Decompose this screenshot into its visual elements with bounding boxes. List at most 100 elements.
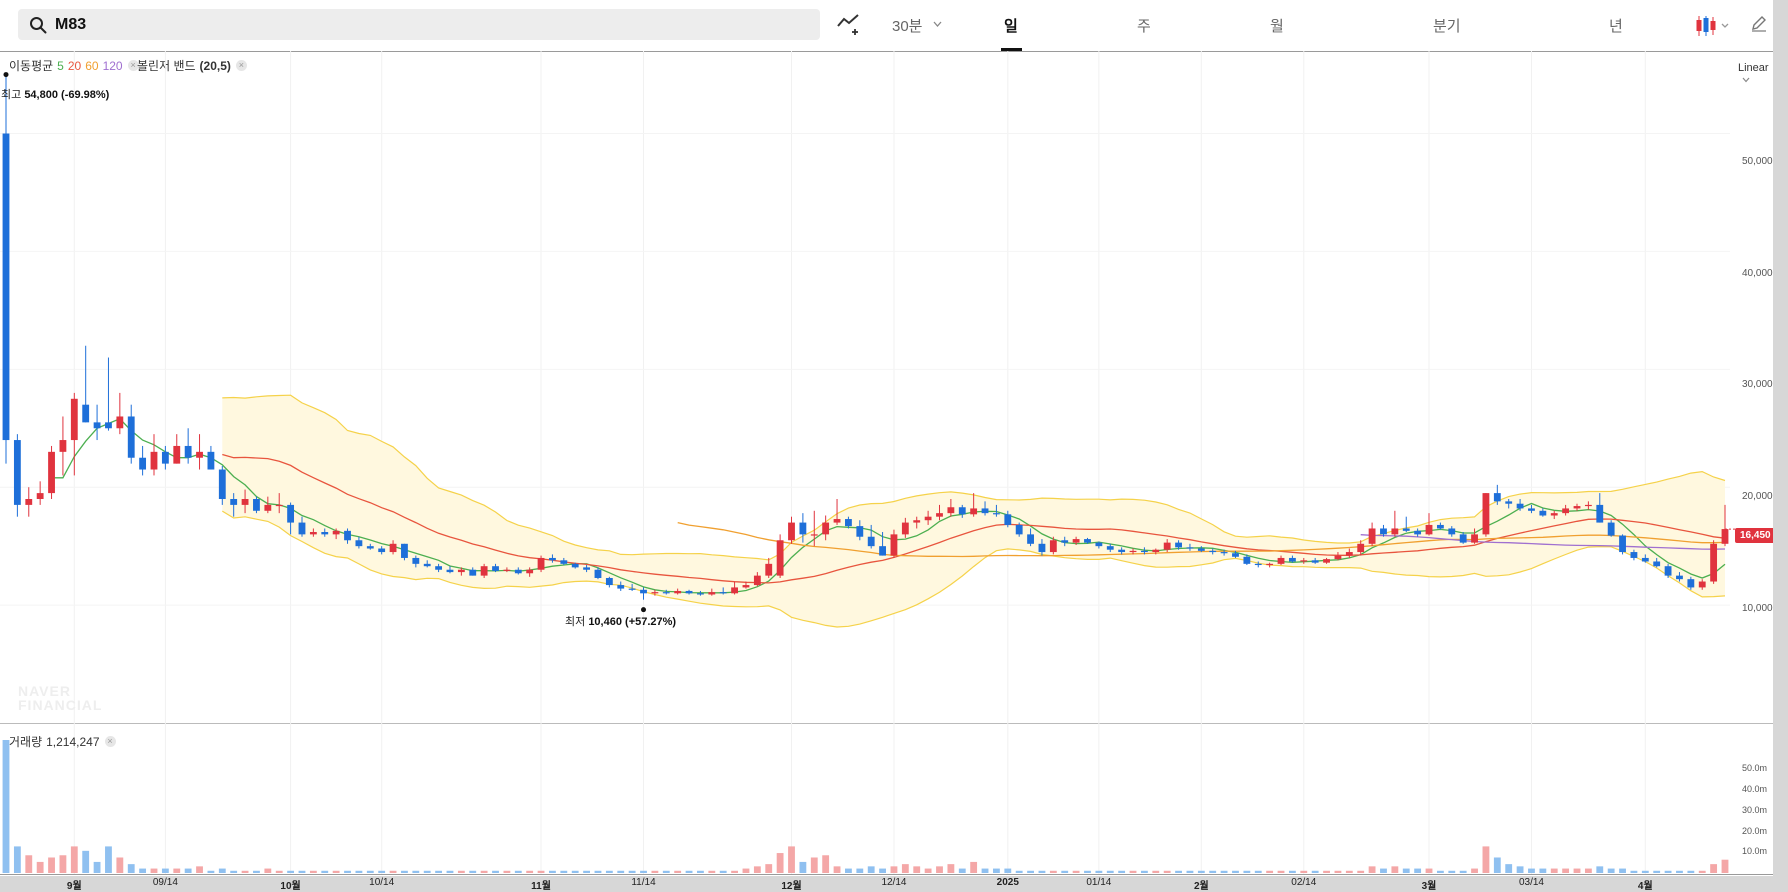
date-tick-label: 01/14	[1086, 877, 1112, 888]
volume-bar	[1380, 868, 1387, 873]
candle-body	[503, 569, 511, 571]
candle-body	[776, 540, 784, 576]
volume-bar	[1584, 868, 1592, 873]
volume-bar	[1004, 868, 1012, 873]
volume-bar	[1232, 870, 1239, 873]
candle-body	[48, 451, 55, 494]
candle-body	[799, 522, 807, 535]
candle-body	[947, 507, 955, 514]
volume-tick-label: 50.0m	[1742, 763, 1768, 773]
date-tick-label: 09/14	[152, 877, 178, 888]
date-tick-label: 02/14	[1291, 877, 1317, 888]
volume-legend[interactable]: 거래량 1,214,247 ×	[9, 733, 116, 750]
volume-bar	[298, 870, 306, 873]
candle-body	[173, 445, 181, 464]
candle-body	[856, 526, 864, 537]
volume-bar	[218, 868, 226, 873]
volume-bar	[1516, 866, 1524, 873]
watermark-logo: NAVER FINANCIAL	[18, 683, 103, 713]
volume-bar	[1698, 870, 1706, 873]
date-tick-label: 10월	[280, 881, 301, 892]
volume-bar	[594, 870, 602, 873]
volume-bar	[401, 870, 408, 873]
candle-body	[1186, 547, 1194, 549]
date-tick-label: 3월	[1421, 881, 1437, 892]
volume-bar	[1277, 870, 1285, 873]
candle-body	[719, 592, 727, 594]
candle-body	[287, 504, 295, 523]
volume-bar	[1493, 857, 1501, 873]
price-tick-label: 30,000	[1742, 379, 1773, 390]
volume-bar	[332, 870, 340, 873]
volume-bar	[731, 870, 738, 873]
candle-body	[1539, 510, 1547, 516]
candle-body	[1698, 581, 1706, 588]
volume-bar	[799, 861, 807, 873]
volume-bar	[1664, 870, 1672, 873]
volume-bar	[1402, 868, 1410, 873]
candle-body	[275, 504, 283, 507]
date-tick-label: 11월	[531, 881, 551, 892]
candle-body	[218, 469, 226, 499]
volume-bar	[1072, 870, 1080, 873]
volume-bar	[1607, 868, 1615, 873]
candle-body	[970, 508, 978, 515]
volume-bar	[355, 870, 363, 873]
candle-body	[127, 416, 135, 458]
candle-body	[1118, 549, 1126, 553]
candle-body	[901, 522, 909, 535]
volume-bar	[196, 866, 203, 873]
close-icon[interactable]: ×	[104, 736, 116, 747]
volume-bar	[571, 870, 579, 873]
volume-bar	[628, 870, 636, 873]
candle-body	[1425, 524, 1433, 535]
candle-body	[1505, 501, 1513, 504]
high-change: (-69.98%)	[61, 89, 110, 101]
candle-body	[1687, 579, 1695, 588]
volume-bar	[549, 870, 556, 873]
volume-bar	[105, 846, 112, 873]
volume-bar	[742, 868, 750, 873]
volume-bar	[526, 870, 534, 873]
candle-body	[810, 534, 818, 536]
volume-bar	[1220, 870, 1228, 873]
volume-bar	[1152, 870, 1160, 873]
volume-tick-label: 30.0m	[1742, 805, 1768, 815]
volume-bar	[1288, 870, 1296, 873]
candle-body	[13, 440, 21, 505]
candle-body	[1345, 552, 1353, 556]
volume-bar	[378, 870, 386, 873]
candle-body	[1232, 553, 1239, 557]
high-value: 54,800	[24, 89, 58, 101]
candle-body	[890, 534, 898, 556]
volume-label: 거래량	[9, 735, 43, 749]
volume-bar	[1528, 868, 1535, 873]
candle-body	[1528, 508, 1535, 511]
volume-bar	[412, 870, 420, 873]
volume-bar	[1323, 870, 1330, 873]
volume-bar	[1448, 870, 1456, 873]
volume-bar	[1459, 870, 1467, 873]
volume-bar	[583, 870, 591, 873]
candle-body	[1414, 530, 1422, 535]
candle-body	[309, 532, 317, 535]
low-change: (+57.27%)	[625, 616, 677, 628]
volume-bar	[765, 864, 773, 873]
price-chart[interactable]	[0, 0, 1773, 876]
candle-body	[150, 451, 158, 470]
candle-body	[788, 522, 795, 541]
candle-body	[435, 566, 443, 570]
candle-body	[241, 499, 249, 505]
date-tick-label: 9월	[66, 881, 82, 892]
volume-bar	[1106, 870, 1114, 873]
volume-bar	[503, 870, 511, 873]
candle-body	[298, 522, 306, 535]
volume-bar	[913, 866, 921, 873]
volume-bar	[1175, 870, 1182, 873]
volume-bar	[879, 868, 886, 873]
candle-body	[1038, 543, 1046, 553]
date-tick-label: 12월	[781, 881, 802, 892]
volume-bar	[1596, 866, 1604, 873]
volume-bar	[275, 870, 283, 873]
volume-bar	[1163, 870, 1171, 873]
